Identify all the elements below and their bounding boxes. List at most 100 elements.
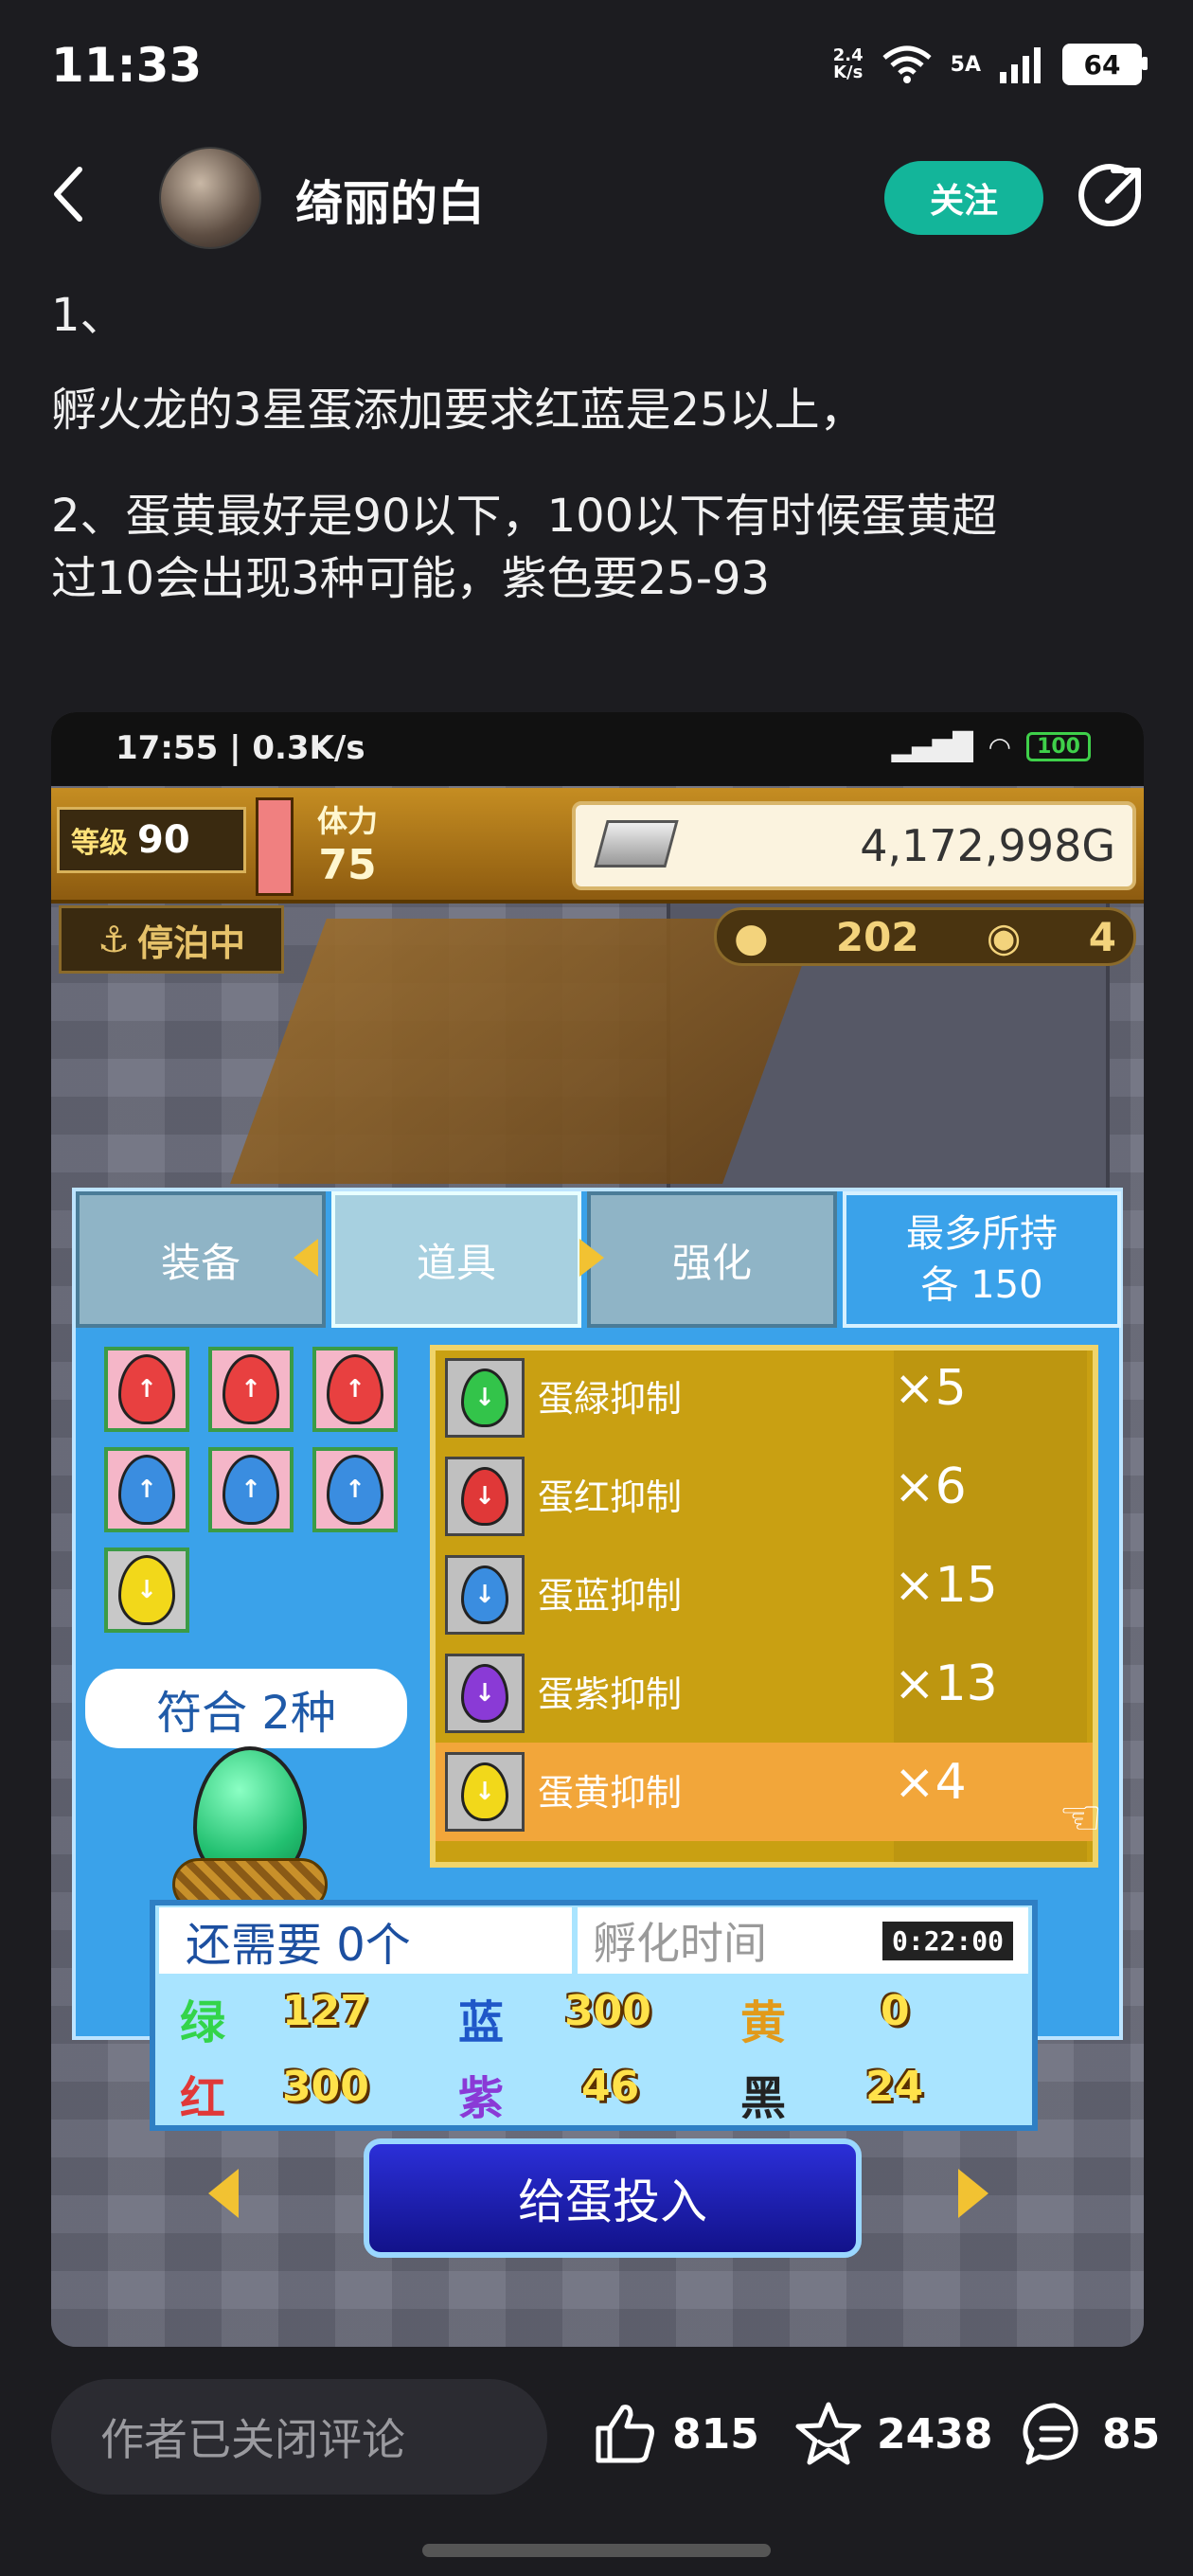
tab-enhance[interactable]: 强化 [587, 1191, 837, 1328]
stat-green-label: 绿 [180, 1996, 226, 2049]
egg-slot-red-3[interactable]: ↑ [312, 1347, 398, 1432]
egg-icon: ↓ [461, 1565, 508, 1624]
item-row[interactable]: ↓ 蛋緑抑制 ×5 [436, 1349, 1093, 1447]
prev-arrow-icon[interactable] [208, 2169, 239, 2218]
post-image[interactable]: 17:55 | 0.3K/s ▂▄▆█ ◠ 100 等级 90 体力 75 4,… [51, 712, 1144, 2347]
egg-slot-blue-3[interactable]: ↑ [312, 1447, 398, 1532]
image-battery-icon: 100 [1026, 732, 1091, 761]
tab-right-arrow-icon[interactable] [579, 1239, 604, 1277]
post-line-3a: 2、蛋黄最好是90以下，100以下有时候蛋黄超 [51, 490, 998, 543]
stamina-bar [256, 797, 294, 896]
egg-slot-yellow-1[interactable]: ↓ [104, 1547, 189, 1633]
item-name: 蛋蓝抑制 [538, 1575, 683, 1617]
comment-count: 85 [1102, 2409, 1161, 2459]
comment-button[interactable]: 85 [1021, 2400, 1160, 2468]
post-line-2: 孵火龙的3星蛋添加要求红蓝是25以上， [51, 384, 865, 437]
max-held-info: 最多所持 各 150 [843, 1191, 1121, 1328]
item-name: 蛋黄抑制 [538, 1772, 683, 1814]
tab-equipment[interactable]: 装备 [76, 1191, 326, 1328]
item-row[interactable]: ↓ 蛋黄抑制 ×4 [436, 1743, 1093, 1841]
net-speed: 2.4 K/s [833, 47, 864, 81]
egg-suppress-icon: ↓ [445, 1555, 525, 1635]
status-icons: 2.4 K/s 5A 64 [833, 44, 1148, 85]
red-egg-icon: ↑ [327, 1354, 383, 1424]
remaining-needed: 还需要 0个 [159, 1907, 572, 1974]
post-line-3: 2、蛋黄最好是90以下，100以下有时候蛋黄超 过10会出现3种可能，紫色要25… [51, 485, 1149, 610]
egg-slot-red-2[interactable]: ↑ [208, 1347, 294, 1432]
gold-value: 4,172,998G [860, 820, 1115, 871]
egg-slot-blue-1[interactable]: ↑ [104, 1447, 189, 1532]
comment-input[interactable]: 作者已关闭评论 [51, 2379, 547, 2495]
red-egg-icon: ↑ [223, 1354, 279, 1424]
item-quantity: ×15 [894, 1557, 998, 1614]
egg-icon: ↓ [461, 1762, 508, 1821]
item-name: 蛋紫抑制 [538, 1673, 683, 1715]
egg-suppress-icon: ↓ [445, 1457, 525, 1536]
blue-egg-icon: ↑ [327, 1455, 383, 1525]
favorite-button[interactable]: 2438 [793, 2400, 992, 2468]
tab-items[interactable]: 道具 [331, 1191, 581, 1328]
level-box: 等级 90 [57, 807, 246, 873]
stat-yellow-value: 0 [881, 1987, 910, 2035]
battery-level: 64 [1083, 48, 1121, 80]
stat-purple-label: 紫 [458, 2072, 505, 2125]
coin-icon: ◉ [986, 913, 1022, 960]
egg-icon: ↓ [461, 1664, 508, 1723]
docked-label: 停泊中 [137, 921, 246, 964]
stat-red-value: 300 [282, 2063, 369, 2111]
match-bubble: 符合 2种 [85, 1669, 407, 1748]
egg-slot-red-1[interactable]: ↑ [104, 1347, 189, 1432]
author-name[interactable]: 绮丽的白 [295, 166, 485, 234]
level-value: 90 [137, 818, 190, 862]
net-speed-unit: K/s [833, 63, 864, 82]
home-indicator[interactable] [422, 2544, 771, 2557]
hatch-time-value: 0:22:00 [881, 1921, 1013, 1960]
thumbs-up-icon [596, 2405, 654, 2463]
follow-button[interactable]: 关注 [884, 161, 1043, 235]
stamina-value: 75 [318, 841, 377, 889]
bread-icon: ● [734, 913, 769, 960]
egg-suppress-icon: ↓ [445, 1752, 525, 1832]
stamina-label: 体力 [316, 803, 378, 839]
item-name: 蛋红抑制 [538, 1476, 683, 1518]
wifi-icon [882, 45, 932, 83]
item-row[interactable]: ↓ 蛋红抑制 ×6 [436, 1447, 1093, 1546]
signal-label: 5A [950, 52, 981, 77]
like-button[interactable]: 815 [591, 2400, 759, 2468]
item-row[interactable]: ↓ 蛋蓝抑制 ×15 [436, 1546, 1093, 1644]
max-held-line1: 最多所持 [906, 1212, 1058, 1256]
egg-slot-blue-2[interactable]: ↑ [208, 1447, 294, 1532]
post-line-1: 1、 [51, 289, 126, 342]
silver-ingot-icon [594, 820, 679, 868]
stat-purple-value: 46 [581, 2063, 640, 2111]
image-status-time: 17:55 | 0.3K/s [116, 729, 365, 767]
resource-b-value: 4 [1088, 913, 1116, 960]
stat-black-label: 黑 [740, 2072, 787, 2125]
item-name: 蛋緑抑制 [538, 1378, 683, 1420]
resource-bar: ● 202 ◉ 4 [714, 907, 1136, 966]
stat-green-value: 127 [282, 1987, 369, 2035]
back-icon[interactable] [51, 166, 85, 223]
hatch-time-box: 孵化时间 0:22:00 [578, 1907, 1028, 1974]
stat-red-label: 红 [180, 2072, 226, 2125]
share-icon[interactable] [1076, 163, 1146, 233]
star-icon [795, 2402, 862, 2465]
next-arrow-icon[interactable] [958, 2169, 988, 2218]
item-row[interactable]: ↓ 蛋紫抑制 ×13 [436, 1644, 1093, 1743]
avatar[interactable] [159, 147, 261, 249]
image-wifi-icon: ◠ [988, 731, 1012, 762]
max-held-line2: 各 150 [920, 1263, 1043, 1307]
feed-egg-button[interactable]: 给蛋投入 [364, 2138, 862, 2258]
pointer-hand-icon: ☜ [1059, 1790, 1103, 1847]
resource-a-value: 202 [835, 913, 919, 960]
image-signal-icon: ▂▄▆█ [891, 731, 973, 762]
blue-egg-icon: ↑ [118, 1455, 175, 1525]
tab-left-arrow-icon[interactable] [294, 1239, 318, 1277]
item-quantity: ×5 [894, 1360, 967, 1417]
docked-badge: ⚓ 停泊中 [59, 905, 284, 974]
image-status-icons: ▂▄▆█ ◠ 100 [891, 731, 1091, 762]
yellow-egg-icon: ↓ [118, 1555, 175, 1625]
anchor-icon: ⚓ [97, 919, 131, 960]
stat-yellow-label: 黄 [740, 1996, 787, 2049]
egg-icon: ↓ [461, 1368, 508, 1427]
